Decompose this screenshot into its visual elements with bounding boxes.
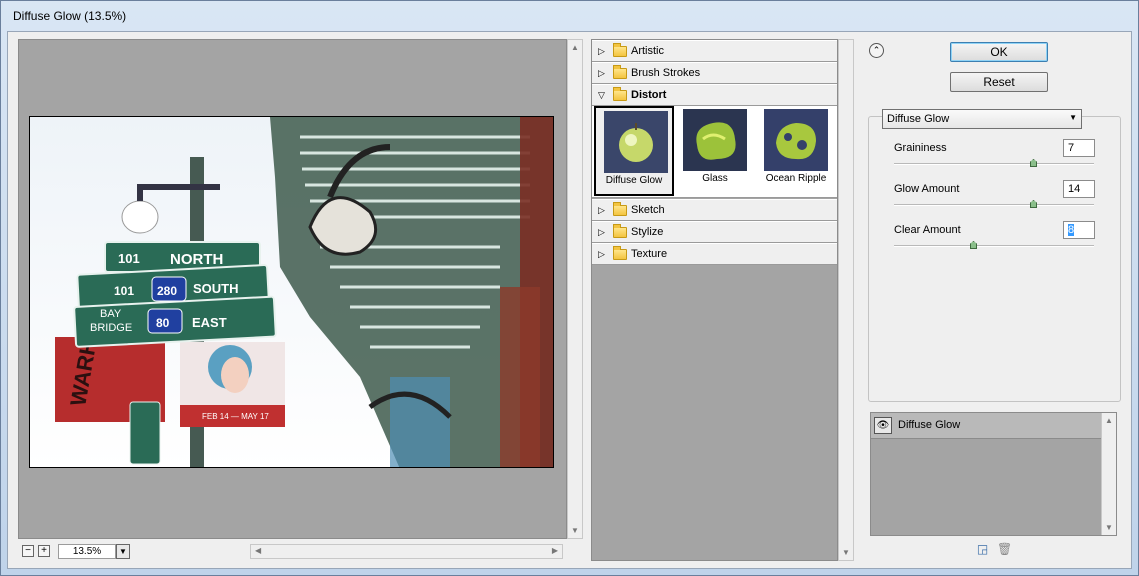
category-label: Brush Strokes [631, 67, 701, 79]
category-stylize[interactable]: ▷ Stylize [592, 221, 837, 243]
thumb-label: Diffuse Glow [605, 175, 663, 186]
preview-horizontal-scrollbar[interactable]: ◀ ▶ [250, 544, 563, 559]
category-sketch[interactable]: ▷ Sketch [592, 199, 837, 221]
scroll-down-icon[interactable]: ▼ [842, 548, 850, 557]
collapse-triangle-icon[interactable]: ▽ [598, 90, 605, 101]
poster-text: FEB 14 — MAY 17 [202, 412, 269, 421]
preview-statusbar: − + 13.5% ▼ ◀ ▶ [18, 542, 583, 560]
category-brush-strokes[interactable]: ▷ Brush Strokes [592, 62, 837, 84]
sign-north: NORTH [170, 251, 223, 268]
thumb-diffuse-glow[interactable]: Diffuse Glow [594, 106, 674, 196]
effect-layer-row[interactable]: 👁 Diffuse Glow [871, 413, 1102, 439]
eye-visibility-icon[interactable]: 👁 [874, 417, 892, 434]
filter-settings-panel [868, 116, 1121, 402]
filter-gallery-dialog: Diffuse Glow (13.5%) WARHOL FEB 14 — MAY… [0, 0, 1139, 576]
layers-scrollbar[interactable]: ▲ ▼ [1101, 413, 1116, 535]
effect-layer-label: Diffuse Glow [898, 419, 961, 431]
folder-icon [613, 65, 627, 79]
glass-thumbnail [683, 109, 747, 171]
zoom-dropdown-icon[interactable]: ▼ [116, 544, 130, 559]
chevron-down-icon: ▼ [1069, 113, 1077, 122]
zoom-level-field[interactable]: 13.5% [58, 544, 116, 559]
zoom-out-button[interactable]: − [22, 545, 34, 557]
highway-sign: 101 NORTH 101 280 SOUTH BAY BRIDGE 80 EA… [73, 241, 277, 348]
clear-amount-input[interactable]: 8 [1063, 221, 1095, 239]
glow-amount-label: Glow Amount [894, 183, 960, 195]
gallery-scrollbar[interactable]: ▼ [838, 39, 854, 561]
preview-vertical-scrollbar[interactable]: ▲ ▼ [567, 39, 583, 539]
zoom-in-button[interactable]: + [38, 545, 50, 557]
ocean-ripple-thumbnail [764, 109, 828, 171]
category-label: Artistic [631, 45, 664, 57]
graininess-slider[interactable] [894, 163, 1094, 165]
graininess-label: Graininess [894, 142, 947, 154]
reset-button[interactable]: Reset [950, 72, 1048, 92]
thumb-label: Ocean Ripple [765, 173, 827, 184]
category-label: Stylize [631, 226, 664, 238]
folder-icon [613, 246, 627, 260]
folder-open-icon [613, 87, 627, 101]
scroll-left-icon[interactable]: ◀ [255, 546, 261, 555]
clear-amount-label: Clear Amount [894, 224, 961, 236]
collapse-gallery-icon[interactable]: ⌃ [869, 43, 884, 58]
preview-photo: WARHOL FEB 14 — MAY 17 101 NORTH 101 280… [30, 117, 553, 467]
preview-area[interactable]: WARHOL FEB 14 — MAY 17 101 NORTH 101 280… [18, 39, 567, 539]
scroll-up-icon[interactable]: ▲ [1105, 416, 1113, 425]
distort-thumbnails: Diffuse Glow Glass Ocean Ripple [592, 106, 837, 198]
category-label: Sketch [631, 204, 665, 216]
category-label: Texture [631, 248, 668, 260]
glow-amount-slider[interactable] [894, 204, 1094, 206]
sign-shield-101b: 101 [114, 284, 134, 298]
diffuse-glow-thumbnail [604, 111, 668, 173]
glow-amount-input[interactable]: 14 [1063, 180, 1095, 198]
folder-icon [613, 224, 627, 238]
new-effect-layer-icon[interactable]: ◲ [975, 542, 990, 557]
category-artistic[interactable]: ▷ Artistic [592, 40, 837, 62]
ok-button[interactable]: OK [950, 42, 1048, 62]
clear-amount-slider[interactable] [894, 245, 1094, 247]
category-distort[interactable]: ▽ Distort [592, 84, 837, 106]
delete-effect-layer-icon[interactable]: 🗑 [997, 542, 1012, 557]
scroll-down-icon[interactable]: ▼ [571, 526, 579, 535]
thumb-glass[interactable]: Glass [675, 106, 755, 196]
scroll-down-icon[interactable]: ▼ [1105, 523, 1113, 532]
sign-shield-80: 80 [156, 316, 170, 330]
sign-shield-101: 101 [118, 251, 140, 266]
sign-south: SOUTH [193, 281, 239, 296]
scroll-right-icon[interactable]: ▶ [552, 546, 558, 555]
folder-icon [613, 43, 627, 57]
sign-east: EAST [192, 315, 227, 330]
expand-triangle-icon[interactable]: ▷ [598, 46, 605, 57]
sign-bay: BAY [100, 308, 122, 320]
preview-image: WARHOL FEB 14 — MAY 17 101 NORTH 101 280… [29, 116, 554, 468]
expand-triangle-icon[interactable]: ▷ [598, 227, 605, 238]
filter-select[interactable]: Diffuse Glow ▼ [882, 109, 1082, 129]
category-label: Distort [631, 89, 667, 101]
filter-select-value: Diffuse Glow [887, 113, 950, 125]
graininess-input[interactable]: 7 [1063, 139, 1095, 157]
thumb-ocean-ripple[interactable]: Ocean Ripple [756, 106, 836, 196]
filter-gallery-list: ▷ Artistic ▷ Brush Strokes ▽ Distort Dif… [591, 39, 838, 561]
folder-icon [613, 202, 627, 216]
category-texture[interactable]: ▷ Texture [592, 243, 837, 265]
sign-shield-280: 280 [157, 284, 177, 298]
scroll-up-icon[interactable]: ▲ [571, 43, 579, 52]
sign-bridge: BRIDGE [90, 322, 132, 334]
expand-triangle-icon[interactable]: ▷ [598, 249, 605, 260]
effect-layers-list: 👁 Diffuse Glow ▲ ▼ [870, 412, 1117, 536]
dialog-client: WARHOL FEB 14 — MAY 17 101 NORTH 101 280… [7, 31, 1132, 569]
thumb-label: Glass [702, 173, 728, 184]
expand-triangle-icon[interactable]: ▷ [598, 205, 605, 216]
expand-triangle-icon[interactable]: ▷ [598, 68, 605, 79]
window-title: Diffuse Glow (13.5%) [13, 9, 127, 23]
